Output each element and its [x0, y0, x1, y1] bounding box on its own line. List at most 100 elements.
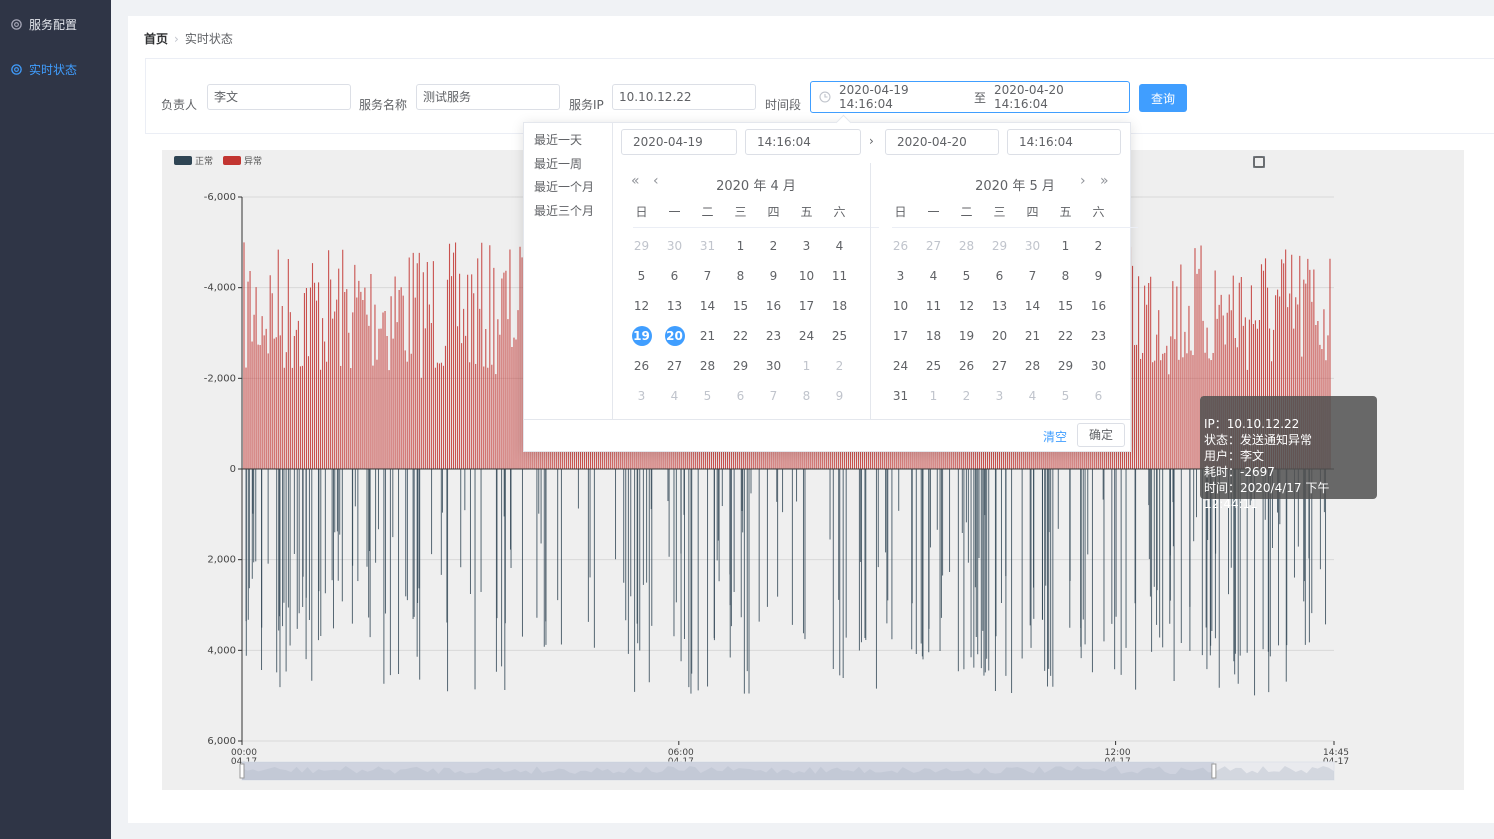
range-start[interactable]: 2020-04-19 14:16:04	[839, 83, 966, 111]
legend-item-error[interactable]: 异常	[223, 154, 262, 167]
calendar-day[interactable]: 28	[691, 354, 724, 378]
calendar-day[interactable]: 3	[884, 264, 917, 288]
end-time-input[interactable]: 14:16:04	[1007, 129, 1121, 155]
calendar-day[interactable]: 6	[983, 264, 1016, 288]
shortcut-last-month[interactable]: 最近一个月	[534, 178, 594, 195]
calendar-day[interactable]: 30	[1016, 234, 1049, 258]
calendar-day[interactable]: 30	[757, 354, 790, 378]
calendar-day[interactable]: 5	[691, 384, 724, 408]
clear-button[interactable]: 清空	[1043, 428, 1067, 445]
calendar-day[interactable]: 2	[757, 234, 790, 258]
calendar-day[interactable]: 20	[983, 324, 1016, 348]
calendar-day[interactable]: 5	[950, 264, 983, 288]
calendar-day[interactable]: 24	[884, 354, 917, 378]
calendar-day[interactable]: 5	[1049, 384, 1082, 408]
calendar-day[interactable]: 4	[1016, 384, 1049, 408]
calendar-day[interactable]: 27	[917, 234, 950, 258]
calendar-day[interactable]: 4	[917, 264, 950, 288]
calendar-day[interactable]: 16	[1082, 294, 1115, 318]
calendar-day[interactable]: 4	[823, 234, 856, 258]
calendar-day[interactable]: 26	[625, 354, 658, 378]
zoom-handle-left[interactable]	[239, 763, 245, 779]
calendar-day[interactable]: 8	[724, 264, 757, 288]
calendar-day[interactable]: 1	[1049, 234, 1082, 258]
calendar-day[interactable]: 21	[1016, 324, 1049, 348]
calendar-day[interactable]: 18	[823, 294, 856, 318]
calendar-day[interactable]: 25	[917, 354, 950, 378]
calendar-day[interactable]: 1	[724, 234, 757, 258]
calendar-day[interactable]: 7	[1016, 264, 1049, 288]
legend-item-normal[interactable]: 正常	[174, 154, 213, 167]
close-icon[interactable]	[1252, 155, 1266, 169]
calendar-day[interactable]: 14	[1016, 294, 1049, 318]
calendar-day[interactable]: 11	[823, 264, 856, 288]
service-ip-input[interactable]: 10.10.12.22	[612, 84, 756, 110]
calendar-day[interactable]: 21	[691, 324, 724, 348]
calendar-day[interactable]: 22	[724, 324, 757, 348]
calendar-day[interactable]: 26	[950, 354, 983, 378]
calendar-day[interactable]: 29	[1049, 354, 1082, 378]
calendar-day[interactable]: 9	[1082, 264, 1115, 288]
calendar-day[interactable]: 28	[950, 234, 983, 258]
calendar-day[interactable]: 30	[1082, 354, 1115, 378]
zoom-handle-right[interactable]	[1211, 763, 1217, 779]
calendar-day[interactable]: 25	[823, 324, 856, 348]
calendar-day[interactable]: 11	[917, 294, 950, 318]
calendar-day[interactable]: 28	[1016, 354, 1049, 378]
calendar-day[interactable]: 2	[950, 384, 983, 408]
shortcut-last-three-months[interactable]: 最近三个月	[534, 202, 594, 219]
calendar-day[interactable]: 1	[917, 384, 950, 408]
shortcut-last-day[interactable]: 最近一天	[534, 131, 582, 148]
calendar-day[interactable]: 9	[757, 264, 790, 288]
service-name-input[interactable]: 测试服务	[416, 84, 560, 110]
calendar-day[interactable]: 12	[950, 294, 983, 318]
calendar-day[interactable]: 22	[1049, 324, 1082, 348]
calendar-day[interactable]: 10	[790, 264, 823, 288]
calendar-day[interactable]: 3	[983, 384, 1016, 408]
calendar-day[interactable]: 27	[983, 354, 1016, 378]
calendar-day[interactable]: 2	[823, 354, 856, 378]
range-end[interactable]: 2020-04-20 14:16:04	[994, 83, 1121, 111]
calendar-day[interactable]: 27	[658, 354, 691, 378]
date-range-input[interactable]: 2020-04-19 14:16:04 至 2020-04-20 14:16:0…	[810, 81, 1130, 113]
calendar-day[interactable]: 7	[757, 384, 790, 408]
shortcut-last-week[interactable]: 最近一周	[534, 155, 582, 172]
calendar-day[interactable]: 29	[625, 234, 658, 258]
calendar-day[interactable]: 26	[884, 234, 917, 258]
end-date-input[interactable]: 2020-04-20	[885, 129, 999, 155]
calendar-day[interactable]: 4	[658, 384, 691, 408]
calendar-day[interactable]: 23	[1082, 324, 1115, 348]
calendar-day[interactable]: 19	[950, 324, 983, 348]
calendar-day[interactable]: 23	[757, 324, 790, 348]
calendar-day[interactable]: 14	[691, 294, 724, 318]
calendar-day-selected[interactable]: 20	[658, 324, 691, 348]
sidebar-item-service-config[interactable]: 服务配置	[10, 14, 77, 34]
breadcrumb-home[interactable]: 首页	[144, 30, 168, 47]
calendar-day[interactable]: 18	[917, 324, 950, 348]
calendar-day[interactable]: 1	[790, 354, 823, 378]
calendar-day[interactable]: 3	[790, 234, 823, 258]
calendar-day[interactable]: 24	[790, 324, 823, 348]
calendar-day[interactable]: 8	[790, 384, 823, 408]
calendar-day[interactable]: 15	[1049, 294, 1082, 318]
calendar-day[interactable]: 3	[625, 384, 658, 408]
confirm-button[interactable]: 确定	[1077, 423, 1125, 447]
query-button[interactable]: 查询	[1139, 84, 1187, 112]
sidebar-item-realtime-status[interactable]: 实时状态	[10, 59, 77, 79]
calendar-day[interactable]: 2	[1082, 234, 1115, 258]
start-time-input[interactable]: 14:16:04	[745, 129, 861, 155]
start-date-input[interactable]: 2020-04-19	[621, 129, 737, 155]
calendar-day[interactable]: 5	[625, 264, 658, 288]
calendar-day[interactable]: 17	[790, 294, 823, 318]
calendar-day[interactable]: 8	[1049, 264, 1082, 288]
calendar-day[interactable]: 7	[691, 264, 724, 288]
calendar-day[interactable]: 31	[884, 384, 917, 408]
calendar-day[interactable]: 9	[823, 384, 856, 408]
calendar-day[interactable]: 16	[757, 294, 790, 318]
calendar-day-selected[interactable]: 19	[625, 324, 658, 348]
zoom-slider-window[interactable]	[242, 762, 1214, 780]
calendar-day[interactable]: 15	[724, 294, 757, 318]
calendar-day[interactable]: 10	[884, 294, 917, 318]
calendar-day[interactable]: 31	[691, 234, 724, 258]
calendar-day[interactable]: 6	[658, 264, 691, 288]
